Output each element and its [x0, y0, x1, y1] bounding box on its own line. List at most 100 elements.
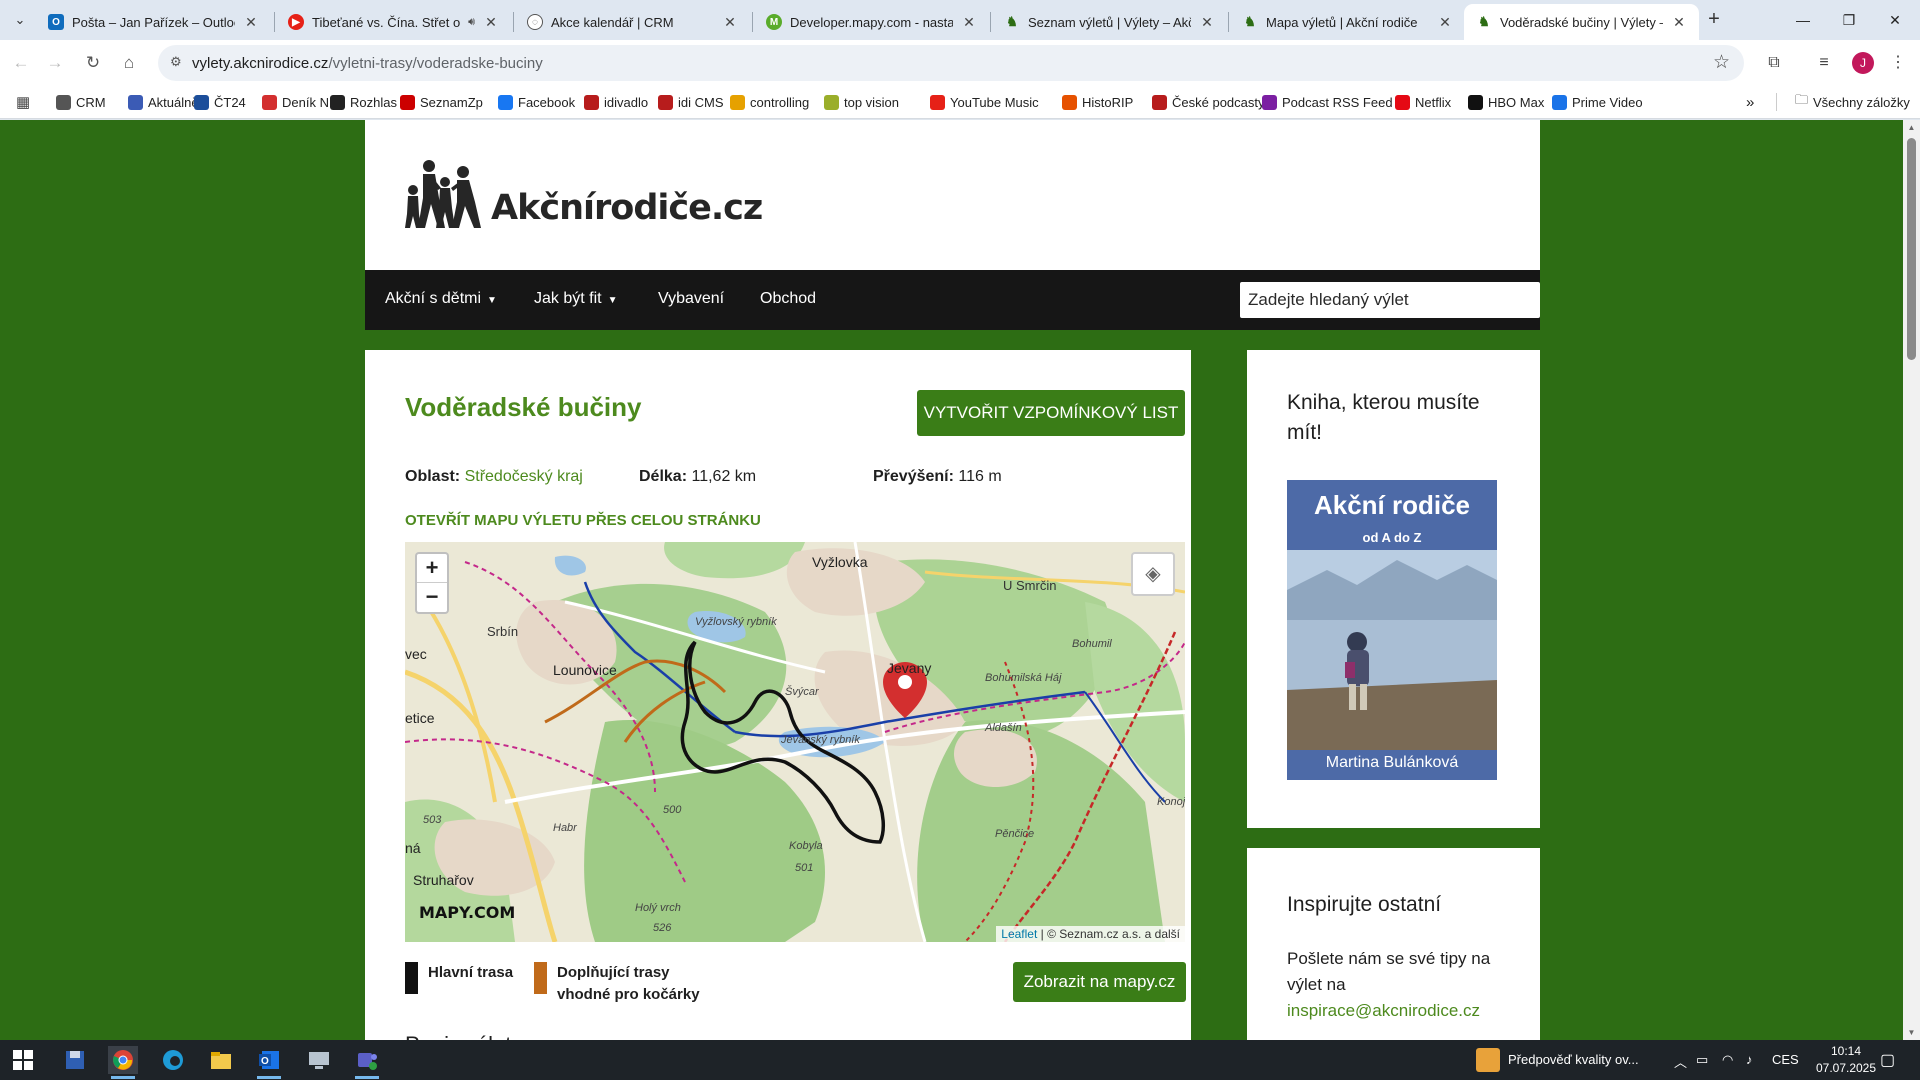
- chrome-icon[interactable]: [108, 1046, 138, 1079]
- search-input[interactable]: Zadejte hledaný výlet: [1240, 282, 1540, 318]
- bookmark-item[interactable]: České podcasty: [1152, 93, 1265, 111]
- windows-taskbar: O Předpověď kvality ov... ︿ ▭ ◠ ♪ CES 10…: [0, 1040, 1920, 1080]
- close-window-button[interactable]: ✕: [1872, 6, 1918, 34]
- inspire-email-link[interactable]: inspirace@akcnirodice.cz: [1287, 1001, 1480, 1020]
- bookmark-item[interactable]: SeznamZp: [400, 93, 483, 111]
- nav-jak-byt-fit[interactable]: Jak být fit ▼: [534, 290, 617, 308]
- apps-icon[interactable]: ▦: [16, 93, 30, 111]
- page-scrollbar[interactable]: ▲ ▼: [1903, 120, 1920, 1040]
- mapy-logo[interactable]: MAPY.COM: [419, 903, 515, 922]
- region-link[interactable]: Středočeský kraj: [465, 468, 583, 485]
- home-button[interactable]: ⌂: [116, 50, 142, 76]
- create-memory-sheet-button[interactable]: VYTVOŘIT VZPOMÍNKOVÝ LIST: [917, 390, 1185, 436]
- map-label: 526: [653, 922, 672, 934]
- bookmark-item[interactable]: idi CMS: [658, 93, 724, 111]
- bookmark-item[interactable]: Facebook: [498, 93, 575, 111]
- chevron-up-icon[interactable]: ︿: [1674, 1052, 1687, 1071]
- battery-icon[interactable]: ▭: [1696, 1052, 1708, 1068]
- zoom-out-button[interactable]: −: [417, 583, 447, 612]
- minimize-button[interactable]: —: [1780, 6, 1826, 34]
- media-control-icon[interactable]: ≡: [1812, 51, 1836, 75]
- volume-icon[interactable]: ♪: [1746, 1052, 1753, 1067]
- remote-desktop-icon[interactable]: [304, 1046, 334, 1074]
- bookmark-item[interactable]: YouTube Music: [930, 93, 1039, 111]
- extensions-icon[interactable]: ⧉: [1762, 51, 1786, 75]
- site-info-icon[interactable]: ⚙: [170, 54, 188, 72]
- nav-obchod[interactable]: Obchod: [760, 290, 816, 308]
- outlook-app-icon[interactable]: O: [254, 1046, 284, 1079]
- bookmark-favicon-icon: [658, 94, 673, 110]
- clock[interactable]: 10:14 07.07.2025: [1806, 1043, 1886, 1077]
- map-label: Konoj Háj: [1157, 796, 1185, 808]
- bookmark-item[interactable]: Podcast RSS Feed: [1262, 93, 1393, 111]
- tab-seznam-vyletu[interactable]: ♞ Seznam výletů | Výlety – Akční ✕: [992, 4, 1227, 40]
- file-explorer-icon[interactable]: [206, 1046, 236, 1074]
- address-bar[interactable]: ⚙ vylety.akcnirodice.cz/vyletni-trasy/vo…: [158, 45, 1744, 81]
- trip-region: Oblast: Středočeský kraj: [405, 468, 583, 485]
- back-button[interactable]: ←: [8, 50, 34, 76]
- tab-crm[interactable]: ◌ Akce kalendář | CRM ✕: [515, 4, 750, 40]
- scroll-up-icon[interactable]: ▲: [1907, 123, 1916, 132]
- close-icon[interactable]: ✕: [1671, 14, 1687, 31]
- new-tab-button[interactable]: +: [1702, 8, 1726, 32]
- reload-button[interactable]: ↻: [80, 50, 106, 76]
- trip-map[interactable]: Vyžlovka U Smrčin Srbín Lounovice Jevany…: [405, 542, 1185, 942]
- input-language[interactable]: CES: [1772, 1052, 1799, 1067]
- all-bookmarks-folder[interactable]: 🗀︎ Všechny záložky: [1776, 92, 1910, 111]
- show-on-mapy-button[interactable]: Zobrazit na mapy.cz: [1013, 962, 1186, 1002]
- open-fullscreen-map-link[interactable]: OTEVŘÍT MAPU VÝLETU PŘES CELOU STRÁNKU: [405, 512, 761, 529]
- teams-icon[interactable]: [352, 1046, 382, 1079]
- close-icon[interactable]: ✕: [1199, 14, 1215, 31]
- bookmark-item[interactable]: controlling: [730, 93, 809, 111]
- notifications-icon[interactable]: ▢: [1880, 1050, 1895, 1070]
- menu-icon[interactable]: ⋮: [1886, 51, 1910, 75]
- tab-search-button[interactable]: ⌄: [8, 9, 32, 31]
- tab-youtube[interactable]: ▶ Tibeťané vs. Čína. Střet o v 🔊︎ ✕: [276, 4, 511, 40]
- nav-akcni-s-detmi[interactable]: Akční s dětmi ▼: [385, 290, 497, 308]
- close-icon[interactable]: ✕: [483, 14, 499, 31]
- bookmark-item[interactable]: Netflix: [1395, 93, 1451, 111]
- bookmark-item[interactable]: HistoRIP: [1062, 93, 1133, 111]
- start-icon[interactable]: [8, 1046, 38, 1074]
- bookmark-item[interactable]: ČT24: [194, 93, 246, 111]
- bookmark-item[interactable]: Prime Video: [1552, 93, 1643, 111]
- bookmark-item[interactable]: Rozhlas: [330, 93, 397, 111]
- tab-developer-mapy[interactable]: M Developer.mapy.com - nastave ✕: [754, 4, 989, 40]
- restore-button[interactable]: ❐: [1826, 6, 1872, 34]
- wifi-icon[interactable]: ◠: [1722, 1052, 1733, 1068]
- layers-icon[interactable]: ◈: [1131, 552, 1175, 596]
- bookmark-item[interactable]: Deník N: [262, 93, 329, 111]
- forward-button[interactable]: →: [42, 50, 68, 76]
- bookmark-item[interactable]: CRM: [56, 93, 106, 111]
- tab-outlook[interactable]: O Pošta – Jan Pařízek – Outlook ✕: [36, 4, 271, 40]
- nav-vybaveni[interactable]: Vybavení: [658, 290, 724, 308]
- bookmark-item[interactable]: idivadlo: [584, 93, 648, 111]
- map-label: 500: [663, 804, 682, 816]
- close-icon[interactable]: ✕: [722, 14, 738, 31]
- tab-mapa-vyletu[interactable]: ♞ Mapa výletů | Akční rodiče ✕: [1230, 4, 1465, 40]
- close-icon[interactable]: ✕: [243, 14, 259, 31]
- map-label: etice: [405, 710, 435, 726]
- edge-icon[interactable]: [158, 1046, 188, 1074]
- site-logo[interactable]: Akčnírodiče.cz: [405, 158, 763, 230]
- save-app-icon[interactable]: [60, 1046, 90, 1074]
- map-label: Jevanský rybník: [781, 734, 860, 746]
- scrollbar-thumb[interactable]: [1907, 138, 1916, 360]
- more-bookmarks-icon[interactable]: »: [1746, 93, 1754, 111]
- map-label: Habr: [553, 822, 577, 834]
- zoom-in-button[interactable]: +: [417, 554, 447, 583]
- tab-voderadske-buciny[interactable]: ♞ Voděradské bučiny | Výlety – Ak ✕: [1464, 4, 1699, 40]
- weather-widget[interactable]: Předpověď kvality ov...: [1508, 1052, 1639, 1067]
- scroll-down-icon[interactable]: ▼: [1907, 1028, 1916, 1037]
- leaflet-link[interactable]: Leaflet: [1001, 927, 1037, 941]
- avatar[interactable]: J: [1852, 52, 1874, 74]
- weather-icon[interactable]: [1476, 1048, 1500, 1072]
- book-cover[interactable]: Akční rodiče od A do Z Martina Bulánková: [1287, 480, 1497, 780]
- bookmark-star-icon[interactable]: ☆: [1713, 51, 1730, 74]
- bookmark-item[interactable]: HBO Max: [1468, 93, 1544, 111]
- speaker-icon[interactable]: 🔊︎: [468, 16, 475, 29]
- close-icon[interactable]: ✕: [961, 14, 977, 31]
- close-icon[interactable]: ✕: [1437, 14, 1453, 31]
- bookmark-item[interactable]: Aktuálně: [128, 93, 199, 111]
- bookmark-item[interactable]: top vision: [824, 93, 899, 111]
